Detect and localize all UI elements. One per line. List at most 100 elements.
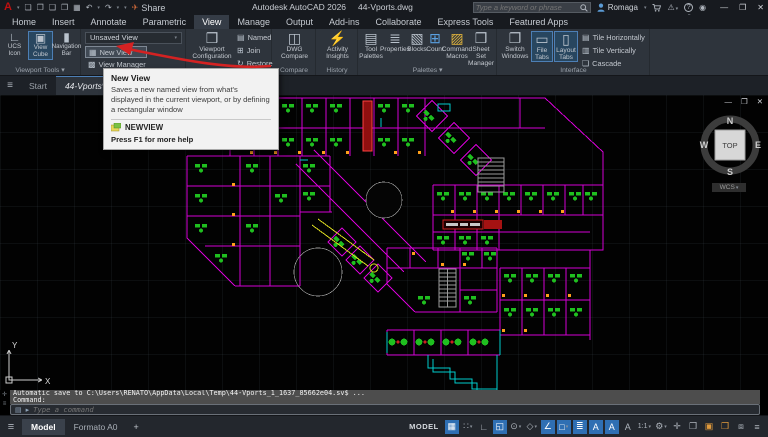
panel-label-interface[interactable]: Interface (498, 67, 649, 74)
tab-manage[interactable]: Manage (229, 15, 278, 29)
open-file-icon[interactable]: ❐ (37, 3, 44, 12)
new-layout-button[interactable]: + (127, 422, 146, 432)
undo-dropdown-icon[interactable]: ▾ (97, 5, 100, 11)
object-snap-tracking-toggle[interactable]: ∠ (541, 420, 555, 434)
model-space-indicator[interactable]: MODEL (409, 422, 439, 431)
workspace-switching-button[interactable]: ⚙ (654, 420, 668, 434)
logo-dropdown-icon[interactable]: ▾ (17, 5, 20, 11)
new-file-icon[interactable]: ❏ (24, 3, 31, 12)
restore-button[interactable]: ❐ (739, 3, 746, 12)
user-dropdown-icon[interactable]: ▾ (644, 5, 647, 11)
search-input[interactable] (476, 3, 580, 12)
view-combo-box[interactable]: Unsaved View ▾ (85, 32, 182, 44)
redo-icon[interactable]: ↷ (105, 3, 112, 12)
tab-insert[interactable]: Insert (44, 15, 83, 29)
polar-tracking-toggle[interactable]: ⊙ (509, 420, 523, 434)
command-input-bar[interactable]: ▤ ▸ (10, 404, 760, 415)
command-line-wrench-icon[interactable]: ✛ (2, 391, 7, 398)
ortho-mode-toggle[interactable]: ◱ (493, 420, 507, 434)
search-icon[interactable] (580, 4, 588, 12)
panel-label-history[interactable]: History (317, 67, 357, 74)
blocks-button[interactable]: ▧ Blocks (408, 31, 426, 53)
layout-tab-formato-a0[interactable]: Formato A0 (65, 419, 127, 435)
panel-label-viewport-tools[interactable]: Viewport Tools ▾ (0, 66, 80, 74)
snap-mode-toggle[interactable]: ∷ (461, 420, 475, 434)
tile-horizontally-button[interactable]: ▤ Tile Horizontally (582, 33, 645, 42)
user-account-button[interactable]: Romaga (597, 3, 638, 12)
tab-parametric[interactable]: Parametric (135, 15, 195, 29)
view-cube-top-label[interactable]: TOP (722, 141, 737, 150)
named-viewports-button[interactable]: ▤ Named (237, 33, 271, 42)
tab-featured-apps[interactable]: Featured Apps (501, 15, 576, 29)
help-icon[interactable]: ? (684, 3, 693, 12)
tab-output[interactable]: Output (278, 15, 321, 29)
command-line-grip-icon[interactable]: ≡ (3, 401, 7, 407)
annotation-monitor-toggle[interactable]: A (621, 420, 635, 434)
panel-label-palettes[interactable]: Palettes ▾ (359, 66, 496, 74)
compass-south[interactable]: S (727, 167, 733, 177)
fullscreen-toggle[interactable]: ⧈ (734, 420, 748, 434)
search-box[interactable] (473, 2, 591, 13)
layout-tab-menu-icon[interactable]: ≡ (0, 421, 22, 433)
dwg-compare-button[interactable]: ◫ DWG Compare (276, 31, 313, 60)
compass-west[interactable]: W (700, 140, 709, 150)
panel-label-compare[interactable]: Compare (273, 67, 315, 74)
save-as-icon[interactable]: ❒ (61, 3, 68, 12)
command-recent-icon[interactable]: ▸ (26, 406, 30, 414)
infer-constraints-toggle[interactable]: ∟ (477, 420, 491, 434)
isometric-drafting-toggle[interactable]: ◇ (525, 420, 539, 434)
new-view-button[interactable]: ▦ New View (85, 46, 147, 58)
plot-icon[interactable]: ▦ (73, 3, 81, 12)
join-viewports-button[interactable]: ⊞ Join (237, 46, 260, 55)
layout-tab-model[interactable]: Model (22, 419, 65, 435)
tab-addins[interactable]: Add-ins (321, 15, 368, 29)
compass-east[interactable]: E (755, 140, 761, 150)
alert-icon[interactable]: ⚠ (667, 3, 678, 12)
switch-windows-button[interactable]: ❐ Switch Windows (500, 31, 530, 60)
compass-north[interactable]: N (727, 116, 734, 126)
view-cube[interactable]: N W E S TOP WCS (698, 105, 764, 191)
customization-button[interactable]: ≡ (750, 420, 764, 434)
app-circle-icon[interactable]: ◉ (699, 3, 706, 12)
sheet-set-manager-button[interactable]: ❒ Sheet Set Manager (469, 31, 493, 67)
undo-icon[interactable]: ↶ (86, 3, 93, 12)
grid-toggle[interactable]: ▦ (445, 420, 459, 434)
cart-icon[interactable] (652, 4, 661, 12)
ucs-icon-button[interactable]: ∟ UCS Icon (2, 31, 27, 58)
command-input[interactable] (33, 405, 755, 414)
command-macros-button[interactable]: ▨ Command Macros (444, 31, 470, 60)
command-history[interactable]: Automatic save to C:\Users\RENATO\AppDat… (10, 390, 760, 404)
tool-palettes-button[interactable]: ▤ Tool Palettes (360, 31, 382, 60)
command-customize-icon[interactable]: ▤ (15, 406, 22, 414)
tab-view[interactable]: View (194, 15, 229, 29)
annotation-autoscale-toggle[interactable]: A (605, 420, 619, 434)
redo-dropdown-icon[interactable]: ▾ (117, 5, 120, 11)
lineweight-toggle[interactable]: ≣ (573, 420, 587, 434)
tab-annotate[interactable]: Annotate (83, 15, 135, 29)
save-icon[interactable]: ❑ (49, 3, 56, 12)
file-tabs-button[interactable]: ▭ File Tabs (531, 31, 553, 62)
wcs-menu[interactable]: WCS (712, 183, 746, 192)
restore-viewports-button[interactable]: ↻ Restore (237, 59, 273, 68)
tile-vertically-button[interactable]: ▥ Tile Vertically (582, 46, 636, 55)
graphics-performance-icon[interactable]: ▣ (702, 420, 716, 434)
layout-tabs-button[interactable]: ▯ Layout Tabs (554, 31, 578, 62)
minimize-button[interactable]: — (720, 3, 728, 12)
tab-collaborate[interactable]: Collaborate (368, 15, 430, 29)
object-snap-toggle[interactable]: □ (557, 420, 571, 434)
navigation-bar-button[interactable]: ▮ Navigation Bar (54, 31, 79, 58)
share-button[interactable]: ✈ Share (132, 3, 166, 13)
tab-home[interactable]: Home (4, 15, 44, 29)
clean-screen-toggle[interactable]: ✛ (670, 420, 684, 434)
viewport-configuration-button[interactable]: ❒ Viewport Configuration (191, 31, 233, 60)
qat-customize-icon[interactable]: ▾ (124, 5, 127, 11)
properties-button[interactable]: ≣ Properties (383, 31, 407, 53)
file-tab-menu-icon[interactable]: ≡ (0, 76, 20, 95)
security-notification-icon[interactable]: ❒ (718, 420, 732, 434)
activity-insights-button[interactable]: ⚡ Activity Insights (320, 31, 355, 60)
file-tab-start[interactable]: Start (20, 76, 56, 95)
object-isolate-toggle[interactable]: ❐ (686, 420, 700, 434)
annotation-scale-button[interactable]: 1:1 (637, 420, 652, 434)
annotation-visibility-toggle[interactable]: A (589, 420, 603, 434)
close-button[interactable]: ✕ (757, 3, 764, 12)
